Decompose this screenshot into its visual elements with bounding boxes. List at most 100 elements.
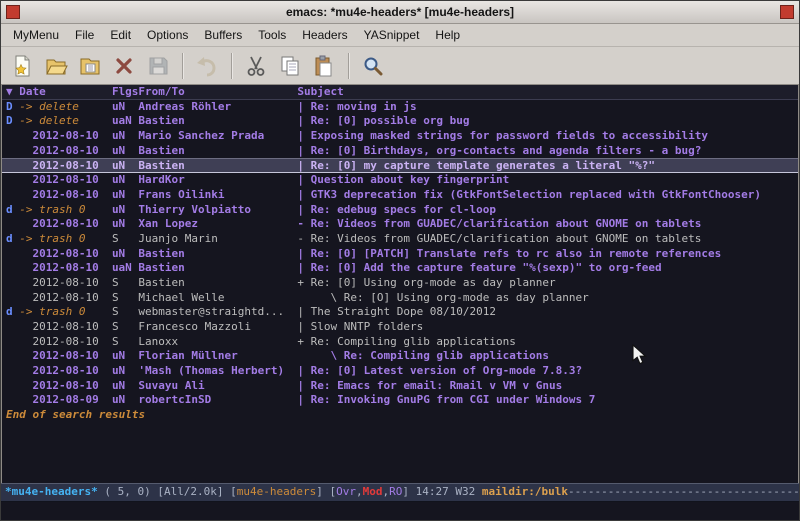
date-cell: 2012-08-10 (19, 349, 112, 364)
header-row[interactable]: d-> trash 0Swebmaster@straightd...| The … (2, 305, 798, 320)
search-button[interactable] (358, 51, 388, 81)
header-row[interactable]: 2012-08-10uNFlorian Müllner \ Re: Compil… (2, 349, 798, 364)
header-row[interactable]: 2012-08-10SFrancesco Mazzoli| Slow NNTP … (2, 320, 798, 335)
header-row[interactable]: d-> trash 0uNThierry Volpiatto| Re: edeb… (2, 203, 798, 218)
flags-cell: uN (112, 100, 138, 115)
new-file-button[interactable] (7, 51, 37, 81)
sort-indicator-icon: ▼ (6, 85, 19, 99)
header-row[interactable]: 2012-08-10uNFrans Oilinki| GTK3 deprecat… (2, 188, 798, 203)
header-row[interactable]: d-> trash 0SJuanjo Marin- Re: Videos fro… (2, 232, 798, 247)
from-cell: Francesco Mazzoli (138, 320, 297, 335)
mark-cell (6, 159, 19, 172)
menu-tools[interactable]: Tools (250, 26, 294, 44)
subject-cell: | Re: Emacs for email: Rmail v VM v Gnus (297, 379, 798, 394)
from-cell: Bastien (138, 159, 297, 172)
mark-cell: d (6, 305, 19, 320)
header-row[interactable]: 2012-08-09uNrobertcInSD| Re: Invoking Gn… (2, 393, 798, 408)
header-row-current[interactable]: 2012-08-10uNBastien| Re: [0] my capture … (2, 158, 798, 173)
open-file-button[interactable] (41, 51, 71, 81)
mark-cell: D (6, 100, 19, 115)
mark-cell (6, 247, 19, 262)
toolbar (1, 47, 799, 85)
window-menu-button[interactable] (6, 5, 20, 19)
flags-cell: uN (112, 349, 138, 364)
copy-button[interactable] (275, 51, 305, 81)
cut-button[interactable] (241, 51, 271, 81)
subject-cell: | Re: [0] my capture template generates … (297, 159, 798, 172)
flags-cell: uN (112, 203, 138, 218)
column-header-from: From/To (138, 85, 297, 99)
toolbar-separator (182, 53, 183, 79)
subject-cell: | Re: Invoking GnuPG from CGI under Wind… (297, 393, 798, 408)
toolbar-separator (231, 53, 232, 79)
date-cell: -> delete (19, 114, 112, 129)
header-row[interactable]: 2012-08-10uNBastien| Re: [0] [PATCH] Tra… (2, 247, 798, 262)
flags-cell: uN (112, 188, 138, 203)
mark-cell (6, 379, 19, 394)
close-buffer-icon (112, 54, 136, 78)
flags-cell: uN (112, 144, 138, 159)
menu-buffers[interactable]: Buffers (196, 26, 250, 44)
subject-cell: + Re: [0] Using org-mode as day planner (297, 276, 798, 291)
header-row[interactable]: 2012-08-10uNSuvayu Ali| Re: Emacs for em… (2, 379, 798, 394)
titlebar[interactable]: emacs: *mu4e-headers* [mu4e-headers] (1, 1, 799, 24)
header-row[interactable]: 2012-08-10uaNBastien| Re: [0] Add the ca… (2, 261, 798, 276)
menu-headers[interactable]: Headers (294, 26, 355, 44)
menu-yasnippet[interactable]: YASnippet (356, 26, 428, 44)
flags-cell: uN (112, 173, 138, 188)
window-close-button[interactable] (780, 5, 794, 19)
subject-cell: | Exposing masked strings for password f… (297, 129, 798, 144)
menu-options[interactable]: Options (139, 26, 196, 44)
from-cell: Suvayu Ali (138, 379, 297, 394)
header-row[interactable]: 2012-08-10uNBastien| Re: [0] Birthdays, … (2, 144, 798, 159)
menu-file[interactable]: File (67, 26, 102, 44)
header-row[interactable]: 2012-08-10uN'Mash (Thomas Herbert)| Re: … (2, 364, 798, 379)
mark-cell: d (6, 203, 19, 218)
menu-edit[interactable]: Edit (102, 26, 139, 44)
from-cell: Bastien (138, 144, 297, 159)
date-cell: 2012-08-10 (19, 335, 112, 350)
mark-cell (6, 393, 19, 408)
header-row[interactable]: D-> deleteuNAndreas Röhler| Re: moving i… (2, 100, 798, 115)
date-cell: 2012-08-10 (19, 364, 112, 379)
mark-cell (6, 173, 19, 188)
headers-column-header[interactable]: ▼DateFlgsFrom/ToSubject (2, 85, 798, 100)
flags-cell: S (112, 335, 138, 350)
modeline-segment-buf: *mu4e-headers* (5, 484, 98, 501)
menu-mymenu[interactable]: MyMenu (5, 26, 67, 44)
mark-cell (6, 261, 19, 276)
dired-button[interactable] (75, 51, 105, 81)
header-row[interactable]: D-> deleteuaNBastien| Re: [0] possible o… (2, 114, 798, 129)
close-buffer-button[interactable] (109, 51, 139, 81)
flags-cell: S (112, 320, 138, 335)
header-row[interactable]: 2012-08-10SMichael Welle \ Re: [O] Using… (2, 291, 798, 306)
flags-cell: uN (112, 364, 138, 379)
menu-help[interactable]: Help (427, 26, 468, 44)
save-buffer-icon (146, 54, 170, 78)
header-row[interactable]: 2012-08-10uNMario Sanchez Prada| Exposin… (2, 129, 798, 144)
from-cell: Michael Welle (138, 291, 297, 306)
date-cell: 2012-08-10 (19, 188, 112, 203)
from-cell: Andreas Röhler (138, 100, 297, 115)
mark-cell (6, 349, 19, 364)
modeline-segment-plain: ( 5, 0) [All/2.0k] [ (98, 484, 237, 501)
date-cell: 2012-08-10 (19, 217, 112, 232)
header-row[interactable]: 2012-08-10uNXan Lopez- Re: Videos from G… (2, 217, 798, 232)
column-header-subject: Subject (297, 85, 798, 99)
flags-cell: S (112, 305, 138, 320)
date-cell: -> trash 0 (19, 305, 112, 320)
mark-cell (6, 276, 19, 291)
modeline-segment-purple: Ovr (336, 484, 356, 501)
mark-cell: D (6, 114, 19, 129)
header-row[interactable]: 2012-08-10uNHardKor| Question about key … (2, 173, 798, 188)
from-cell: Juanjo Marin (138, 232, 297, 247)
paste-button[interactable] (309, 51, 339, 81)
from-cell: Florian Müllner (138, 349, 297, 364)
header-row[interactable]: 2012-08-10SBastien+ Re: [0] Using org-mo… (2, 276, 798, 291)
minibuffer[interactable] (1, 502, 799, 520)
from-cell: HardKor (138, 173, 297, 188)
subject-cell: \ Re: [O] Using org-mode as day planner (297, 291, 798, 306)
header-row[interactable]: 2012-08-10SLanoxx+ Re: Compiling glib ap… (2, 335, 798, 350)
date-cell: 2012-08-10 (19, 291, 112, 306)
date-cell: 2012-08-10 (19, 144, 112, 159)
